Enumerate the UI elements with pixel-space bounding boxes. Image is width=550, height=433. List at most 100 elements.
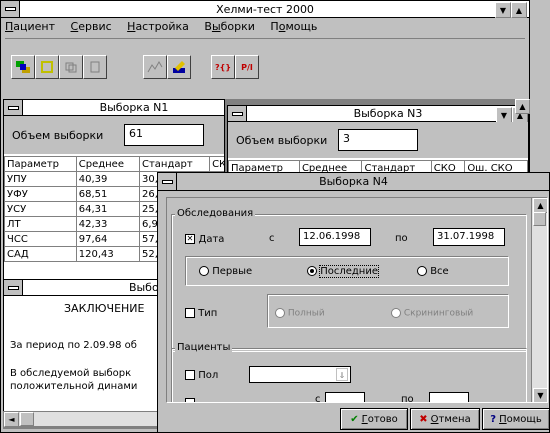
radio-all[interactable]: Все (417, 266, 449, 277)
select-icon[interactable] (35, 55, 59, 79)
table-cell[interactable]: 97,64 (75, 231, 140, 247)
conclusion-line-2: В обследуемой выборк (10, 368, 132, 379)
app-titlebar: Хелми-тест 2000 ▼ ▲ (1, 1, 529, 18)
scroll-thumb[interactable] (20, 412, 34, 426)
scroll-thumb[interactable] (533, 212, 546, 226)
system-menu-icon[interactable] (4, 100, 23, 115)
dialog-title: Выборка N4 (319, 175, 388, 188)
horizontal-scrollbar[interactable]: ◄ (3, 411, 163, 427)
menu-samples[interactable]: Выборки (204, 20, 255, 33)
type-checkbox-box[interactable] (185, 308, 195, 318)
edit-icon[interactable] (167, 55, 191, 79)
table-cell[interactable]: УПУ (4, 171, 77, 187)
age-to-field[interactable] (429, 392, 469, 402)
sex-label: Пол (198, 370, 219, 381)
radio-last-circle[interactable] (307, 266, 317, 276)
type-screening-label: Скрининговый (403, 308, 474, 319)
scroll-left-icon[interactable]: ◄ (4, 412, 19, 427)
app-title: Хелми-тест 2000 (216, 2, 314, 16)
close-icon: ✖ (419, 413, 428, 425)
menu-bar: Пациент Сервис Настройка Выборки Помощь (5, 20, 525, 36)
column-header[interactable]: Стандарт (138, 156, 211, 172)
scroll-up-icon[interactable]: ▲ (533, 198, 547, 213)
dialog-scroll-pane: Обследования ✕ Дата с 12.06.1998 по 31.0… (166, 197, 548, 403)
chart-icon[interactable] (143, 55, 167, 79)
menu-settings[interactable]: Настройка (127, 20, 189, 33)
sample-window-1-titlebar: Выборка N1 (4, 100, 224, 116)
date-checkbox[interactable]: ✕ Дата (185, 232, 224, 245)
type-full-option: Полный (275, 308, 325, 319)
table-cell[interactable]: УФУ (4, 186, 77, 202)
radio-first-circle[interactable] (199, 266, 209, 276)
maximize-button[interactable]: ▲ (511, 2, 527, 18)
date-to-field[interactable]: 31.07.1998 (433, 228, 505, 246)
radio-first-label: Первые (212, 266, 253, 277)
table-cell[interactable]: ЛТ (4, 216, 77, 232)
table-cell[interactable]: 120,43 (75, 246, 140, 262)
dialog-vertical-scrollbar[interactable]: ▲ ▼ (531, 198, 547, 402)
column-header[interactable]: СКО (209, 156, 224, 172)
system-menu-icon[interactable] (158, 173, 177, 190)
menu-help[interactable]: Помощь (270, 20, 317, 33)
date-checkbox-box[interactable]: ✕ (185, 234, 195, 244)
type-full-label: Полный (287, 308, 325, 319)
minimize-button[interactable]: ▼ (495, 2, 511, 18)
scroll-down-icon[interactable]: ▼ (533, 388, 547, 402)
paste-icon[interactable] (83, 55, 107, 79)
sex-checkbox-box[interactable] (185, 370, 195, 380)
report-icon[interactable]: P/I (235, 55, 259, 79)
table-cell[interactable]: 64,31 (75, 201, 140, 217)
date-from-field[interactable]: 12.06.1998 (299, 228, 371, 246)
table-cell[interactable]: 68,51 (75, 186, 140, 202)
table-cell[interactable]: ЧСС (4, 231, 77, 247)
system-menu-icon[interactable] (1, 1, 20, 17)
age-from-field[interactable] (325, 392, 365, 402)
radio-all-circle[interactable] (417, 266, 427, 276)
date-to-label: по (395, 233, 408, 244)
menu-patient[interactable]: Пациент (5, 20, 55, 33)
table-cell[interactable]: 42,33 (75, 216, 140, 232)
age-checkbox-box[interactable] (185, 398, 195, 402)
conclusion-heading: ЗАКЛЮЧЕНИЕ (64, 302, 145, 315)
sample-window-1-title: Выборка N1 (99, 101, 169, 114)
radio-first[interactable]: Первые (199, 266, 252, 277)
chevron-down-icon[interactable]: ⇓ (336, 368, 348, 381)
toolbar-group-2 (139, 51, 199, 85)
new-sample-icon[interactable] (11, 55, 35, 79)
patients-group-title: Пациенты (175, 342, 233, 353)
sex-checkbox[interactable]: Пол (185, 370, 218, 381)
column-header[interactable]: Параметр (4, 156, 77, 172)
check-icon: ✔ (350, 413, 359, 425)
conclusion-line-3: положительной динами (10, 381, 138, 392)
sample-size-panel: Объем выборки 61 (4, 116, 224, 154)
sex-select[interactable]: ⇓ (249, 366, 351, 383)
age-to-label: по (401, 394, 414, 403)
sample-window-3-title: Выборка N3 (353, 107, 423, 120)
type-label: Тип (198, 308, 218, 319)
copy-icon[interactable] (59, 55, 83, 79)
age-checkbox[interactable] (185, 398, 195, 402)
ok-button[interactable]: ✔ Готово (340, 408, 408, 430)
help-button[interactable]: ? Помощь (482, 408, 550, 430)
chevron-down-icon[interactable]: ▼ (496, 107, 512, 123)
date-label: Дата (198, 234, 225, 245)
table-cell[interactable]: САД (4, 246, 77, 262)
radio-all-label: Все (430, 266, 449, 277)
query-icon[interactable]: ?{} (211, 55, 235, 79)
type-checkbox[interactable]: Тип (185, 308, 217, 319)
scroll-up-icon[interactable]: ▲ (515, 99, 530, 114)
table-cell[interactable]: 40,39 (75, 171, 140, 187)
system-menu-icon[interactable] (228, 106, 247, 121)
menu-service[interactable]: Сервис (71, 20, 112, 33)
table-cell[interactable]: УСУ (4, 201, 77, 217)
system-menu-icon[interactable] (4, 280, 23, 295)
sample-size-field[interactable]: 61 (124, 124, 204, 146)
age-from-label: с (315, 394, 321, 403)
cancel-button[interactable]: ✖ Отмена (410, 408, 480, 430)
sample-size-panel-3: Объем выборки 3 (228, 122, 528, 158)
column-header[interactable]: Среднее (75, 156, 140, 172)
dialog-titlebar: Выборка N4 (158, 173, 549, 191)
conclusion-line-1: За период по 2.09.98 об (10, 340, 137, 351)
sample-size-field-3[interactable]: 3 (338, 129, 418, 151)
radio-last[interactable]: Последние (307, 265, 379, 278)
